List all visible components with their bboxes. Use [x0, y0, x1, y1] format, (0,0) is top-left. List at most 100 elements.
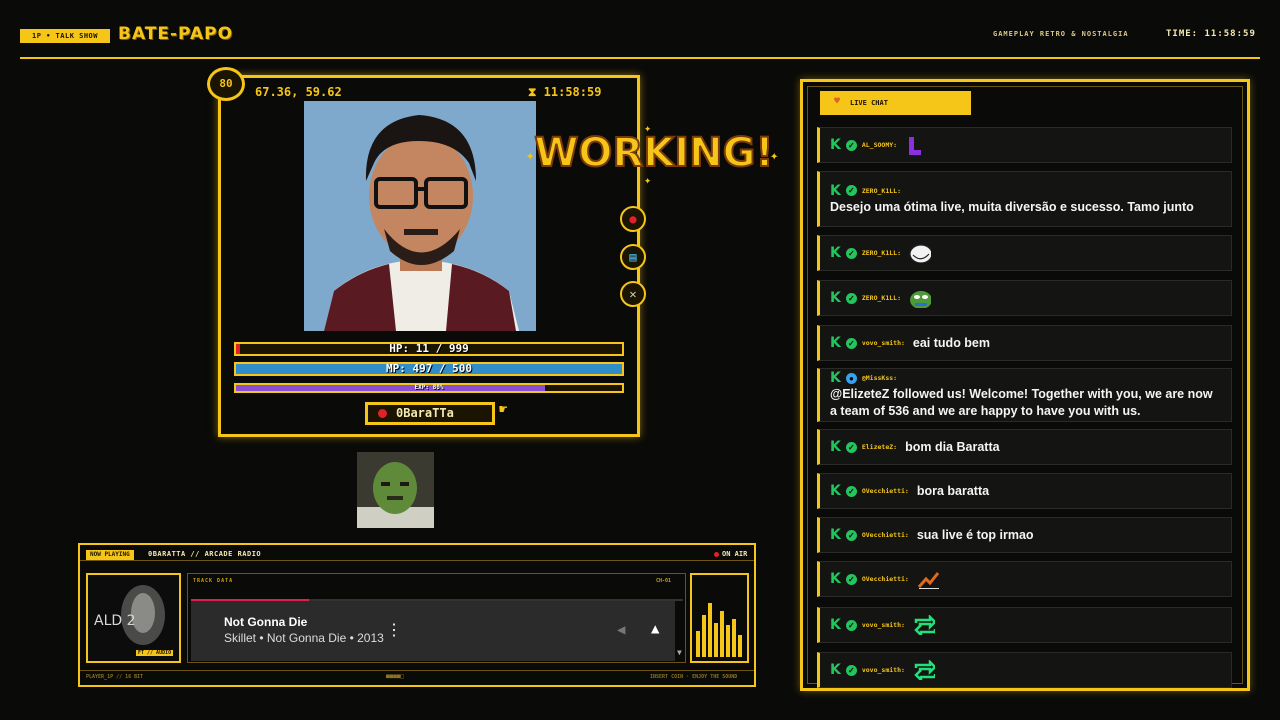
kick-badge-icon: K — [830, 571, 841, 587]
emote-image-art — [357, 452, 434, 528]
chat-text: Desejo uma ótima live, muita diversão e … — [830, 199, 1194, 214]
chat-message: K ✓ ZERO_K1LL: Desejo uma ótima live, muita… — [817, 171, 1232, 227]
retweet-plus-emote-icon: +1 — [914, 660, 935, 680]
purple-L-emote-icon — [909, 137, 922, 155]
kick-badge-icon: K — [830, 245, 841, 261]
header-divider — [20, 57, 1260, 59]
mp-label: MP: 497 / 500 — [385, 362, 473, 375]
verified-badge-icon: ✓ — [845, 337, 857, 349]
kick-badge-icon: K — [830, 137, 841, 153]
kick-badge-icon: K — [830, 439, 841, 455]
working-banner-art: WORKING! ✦ ✦ ✦ ✦ — [526, 121, 779, 187]
music-footer-divider — [80, 670, 754, 671]
verified-badge-icon: ✓ — [845, 619, 857, 631]
chat-message: K ✓ ZERO_K1LL: — [817, 280, 1232, 316]
stonks-emote-icon — [917, 572, 939, 589]
book-icon: ▤ — [629, 250, 637, 264]
expand-up-icon[interactable]: ▲ — [651, 621, 659, 637]
footer-indicator: ■■■■□ — [386, 673, 405, 680]
chat-username[interactable]: ZERO_K1LL: — [862, 294, 901, 302]
equalizer-bars — [696, 603, 742, 657]
chat-username[interactable]: ZERO_K1LL: — [862, 187, 901, 195]
book-button[interactable]: ▤ — [620, 244, 646, 270]
scroll-down-icon[interactable]: ▼ — [677, 648, 682, 657]
header-clock: TIME: 11:58:59 — [1166, 29, 1256, 39]
verified-badge-icon: ✓ — [845, 664, 857, 676]
chat-username[interactable]: @MissKss: — [862, 374, 897, 382]
bot-icon: ● — [845, 372, 857, 384]
equalizer — [690, 573, 749, 663]
on-air-label: ON AIR — [722, 550, 748, 558]
chat-username[interactable]: vovo_smith: — [862, 666, 905, 674]
chat-username[interactable]: vovo_smith: — [862, 339, 905, 347]
header-badge: 1P • TALK SHOW — [20, 29, 110, 43]
chat-message: K ✓ OVecchietti: — [817, 561, 1232, 597]
chat-message: K ● @MissKss: @ElizeteZ followed us! Welcom… — [817, 368, 1232, 422]
hp-label: HP: 11 / 999 — [389, 342, 469, 355]
emote-image — [357, 452, 434, 528]
retweet-plus-emote-icon: +1 — [914, 615, 935, 635]
chat-message: K ✓ AL_SOOMY: — [817, 127, 1232, 163]
live-chat-tab[interactable]: LIVE CHAT — [820, 91, 971, 115]
working-banner: WORKING! ✦ ✦ ✦ ✦ — [520, 121, 788, 187]
channel-label: CH-01 — [656, 578, 672, 584]
chat-message: K ✓ OVecchietti: bora baratta — [817, 473, 1232, 509]
footer-tagline: INSERT COIN · ENJOY THE SOUND — [650, 674, 738, 680]
card-clock-value: 11:58:59 — [543, 85, 602, 99]
chat-message: K ✓ ZERO_K1LL: — [817, 235, 1232, 271]
chat-text: @ElizeteZ followed us! Welcome! Together… — [830, 387, 1213, 418]
mp-bar: MP: 497 / 500 — [234, 362, 624, 376]
chat-username[interactable]: vovo_smith: — [862, 621, 905, 629]
chat-message: K ✓ ElizeteZ: bom dia Baratta — [817, 429, 1232, 465]
kick-badge-icon: K — [830, 617, 841, 633]
chat-message: K ✓ vovo_smith: +1 — [817, 607, 1232, 643]
record-icon — [378, 409, 387, 418]
on-air-icon — [714, 552, 719, 557]
chat-username[interactable]: ElizeteZ: — [862, 443, 897, 451]
verified-badge-icon: ✓ — [845, 485, 857, 497]
chat-message: K ✓ vovo_smith: eai tudo bem — [817, 325, 1232, 361]
chat-username[interactable]: OVecchietti: — [862, 575, 909, 583]
chat-username[interactable]: OVecchietti: — [862, 531, 909, 539]
kick-badge-icon: K — [830, 182, 841, 199]
chat-username[interactable]: ZERO_K1LL: — [862, 249, 901, 257]
more-options-icon[interactable]: ⋮ — [386, 620, 402, 640]
working-banner-text: WORKING! — [534, 130, 773, 176]
sparkle-icon: ✦ — [526, 148, 535, 164]
verified-badge-icon: ✓ — [845, 139, 857, 151]
page-title: BATE-PAPO — [118, 24, 234, 44]
sparkle-icon: ✦ — [770, 148, 779, 164]
crossed-swords-icon: ✕ — [629, 287, 637, 301]
potion-icon: ● — [629, 212, 637, 226]
music-header-divider — [80, 560, 754, 561]
kick-badge-icon: K — [830, 335, 841, 351]
chat-message: K ✓ vovo_smith: +1 — [817, 652, 1232, 688]
album-tag: FT // AUDIO — [136, 650, 174, 656]
chat-text: sua live é top irmao — [916, 527, 1034, 542]
kick-badge-icon: K — [830, 527, 841, 543]
chat-text: bom dia Baratta — [905, 439, 1000, 454]
verified-badge-icon: ✓ — [845, 441, 857, 453]
verified-badge-icon: ✓ — [845, 292, 857, 304]
level-badge: 80 — [207, 67, 245, 101]
verified-badge-icon: ✓ — [845, 529, 857, 541]
avatar-portrait-art — [304, 101, 536, 331]
sparkle-icon: ✦ — [644, 173, 651, 184]
radio-title: 0BARATTA // ARCADE RADIO — [148, 550, 262, 558]
footer-player-label: PLAYER_1P // 16 BIT — [86, 674, 144, 680]
swords-button[interactable]: ✕ — [620, 281, 646, 307]
album-art-image: ALD 2 — [88, 575, 179, 661]
hp-bar: HP: 11 / 999 — [234, 342, 624, 356]
chat-text: bora baratta — [916, 483, 990, 498]
card-clock: ⧗ 11:58:59 — [528, 85, 602, 99]
potion-button[interactable]: ● — [620, 206, 646, 232]
verified-badge-icon: ✓ — [845, 185, 857, 196]
previous-icon[interactable]: ◀ — [617, 622, 625, 638]
song-title: Not Gonna Die — [224, 615, 308, 629]
verified-badge-icon: ✓ — [845, 247, 857, 259]
kick-badge-icon: K — [830, 290, 841, 306]
chat-username[interactable]: AL_SOOMY: — [862, 141, 897, 149]
now-playing-badge: NOW PLAYING — [86, 550, 134, 560]
chat-username[interactable]: OVecchietti: — [862, 487, 909, 495]
sparkle-icon: ✦ — [644, 122, 651, 135]
